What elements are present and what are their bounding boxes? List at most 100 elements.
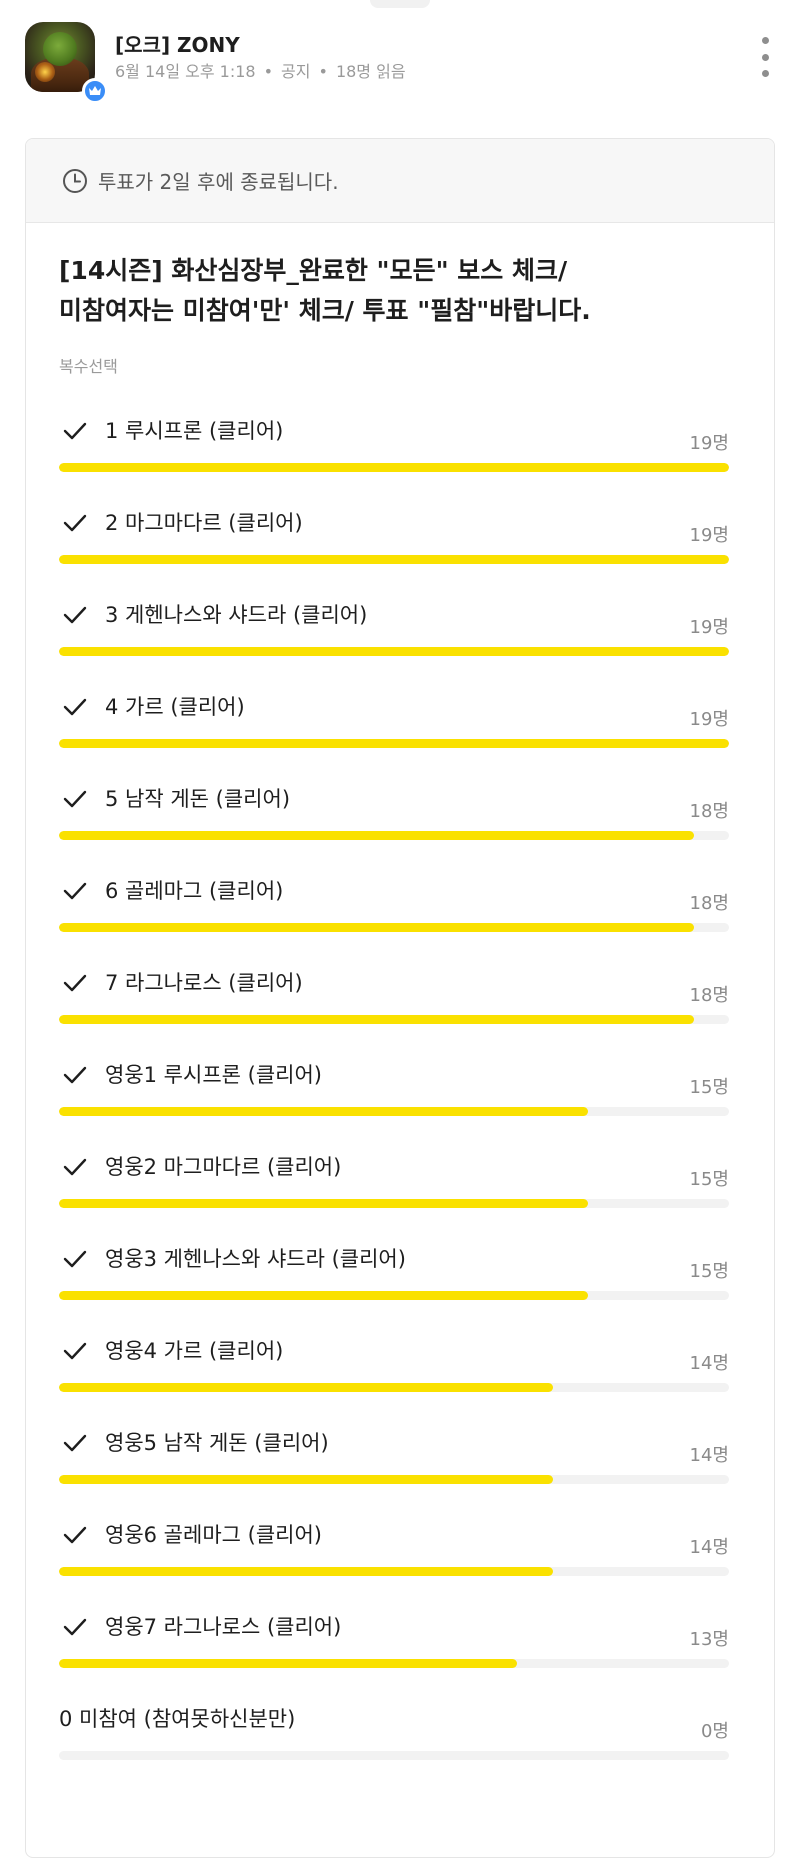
poll-option[interactable]: 3 게헨나스와 샤드라 (클리어) 19명: [59, 601, 729, 693]
poll-option[interactable]: 영웅1 루시프론 (클리어) 15명: [59, 1061, 729, 1153]
poll-option-count[interactable]: 19명: [690, 521, 729, 547]
poll-title: [14시즌] 화산심장부_완료한 "모든" 보스 체크/ 미참여자는 미참여'만…: [59, 251, 749, 331]
meta-separator: •: [318, 62, 328, 81]
check-icon: [61, 509, 89, 537]
poll-option-bar-fill: [59, 463, 729, 472]
poll-option-count[interactable]: 19명: [690, 429, 729, 455]
poll-mode: 복수선택: [59, 357, 118, 376]
poll-option-bar-fill: [59, 1015, 694, 1024]
check-icon: [61, 1429, 89, 1457]
poll-option-bar-fill: [59, 647, 729, 656]
poll-option-count[interactable]: 18명: [690, 889, 729, 915]
post-header: [오크] ZONY 6월 14일 오후 1:18 • 공지 • 18명 읽음: [25, 22, 775, 104]
poll-option-bar: [59, 923, 729, 932]
author-name[interactable]: [오크] ZONY: [115, 29, 240, 58]
poll-option-count[interactable]: 0명: [701, 1717, 729, 1743]
clock-icon: [62, 168, 88, 194]
poll-option-label: 6 골레마그 (클리어): [105, 879, 284, 903]
poll-option-label: 7 라그나로스 (클리어): [105, 971, 303, 995]
poll-option-bar: [59, 739, 729, 748]
check-icon: [61, 969, 89, 997]
poll-option[interactable]: 7 라그나로스 (클리어) 18명: [59, 969, 729, 1061]
poll-card: 투표가 2일 후에 종료됩니다. [14시즌] 화산심장부_완료한 "모든" 보…: [25, 138, 775, 1858]
poll-option-count[interactable]: 14명: [690, 1441, 729, 1467]
poll-option-label: 영웅2 마그마다르 (클리어): [105, 1155, 342, 1179]
poll-option[interactable]: 6 골레마그 (클리어) 18명: [59, 877, 729, 969]
poll-option-count[interactable]: 14명: [690, 1349, 729, 1375]
poll-option-count[interactable]: 18명: [690, 797, 729, 823]
sheet-handle[interactable]: [370, 0, 430, 8]
avatar-figure-head: [43, 32, 77, 66]
poll-option-bar: [59, 1199, 729, 1208]
poll-option-bar: [59, 1291, 729, 1300]
crown-icon: [82, 78, 108, 104]
poll-option[interactable]: 영웅6 골레마그 (클리어) 14명: [59, 1521, 729, 1613]
check-icon: [61, 601, 89, 629]
poll-option-count[interactable]: 15명: [690, 1165, 729, 1191]
check-icon: [61, 1153, 89, 1181]
poll-option-bar-fill: [59, 1659, 518, 1668]
avatar-glow: [35, 62, 55, 82]
poll-option[interactable]: 영웅2 마그마다르 (클리어) 15명: [59, 1153, 729, 1245]
check-icon: [61, 785, 89, 813]
poll-option-bar: [59, 1107, 729, 1116]
poll-option-label: 5 남작 게돈 (클리어): [105, 787, 291, 811]
check-icon: [61, 1613, 89, 1641]
poll-option[interactable]: 0 미참여 (참여못하신분만) 0명: [59, 1705, 729, 1797]
read-count[interactable]: 18명 읽음: [336, 62, 406, 81]
poll-option-bar: [59, 1015, 729, 1024]
poll-option-bar: [59, 831, 729, 840]
poll-option-bar: [59, 1659, 729, 1668]
poll-option-bar: [59, 463, 729, 472]
poll-option-bar: [59, 555, 729, 564]
poll-option-bar-fill: [59, 1475, 553, 1484]
poll-option-label: 영웅5 남작 게돈 (클리어): [105, 1431, 329, 1455]
poll-option[interactable]: 2 마그마다르 (클리어) 19명: [59, 509, 729, 601]
poll-option[interactable]: 4 가르 (클리어) 19명: [59, 693, 729, 785]
poll-option-label: 영웅1 루시프론 (클리어): [105, 1063, 322, 1087]
poll-option-count[interactable]: 14명: [690, 1533, 729, 1559]
post-meta: 6월 14일 오후 1:18 • 공지 • 18명 읽음: [115, 58, 406, 82]
poll-option-label: 영웅6 골레마그 (클리어): [105, 1523, 322, 1547]
poll-option[interactable]: 영웅3 게헨나스와 샤드라 (클리어) 15명: [59, 1245, 729, 1337]
check-icon: [61, 693, 89, 721]
poll-option-count[interactable]: 15명: [690, 1073, 729, 1099]
poll-title-line: [14시즌] 화산심장부_완료한 "모든" 보스 체크/: [59, 256, 568, 285]
poll-option-bar-fill: [59, 1107, 588, 1116]
poll-deadline-notice: 투표가 2일 후에 종료됩니다.: [26, 139, 774, 223]
check-icon: [61, 1337, 89, 1365]
poll-option-bar-fill: [59, 923, 694, 932]
poll-option[interactable]: 1 루시프론 (클리어) 19명: [59, 417, 729, 509]
poll-option-bar: [59, 1567, 729, 1576]
poll-option-bar-fill: [59, 1199, 588, 1208]
poll-option[interactable]: 영웅5 남작 게돈 (클리어) 14명: [59, 1429, 729, 1521]
post-category: 공지: [281, 62, 311, 81]
poll-option-count[interactable]: 18명: [690, 981, 729, 1007]
poll-option-count[interactable]: 15명: [690, 1257, 729, 1283]
more-vertical-icon[interactable]: [755, 37, 775, 77]
poll-option-label: 0 미참여 (참여못하신분만): [59, 1707, 296, 1731]
poll-title-line: 미참여자는 미참여'만' 체크/ 투표 "필참"바랍니다.: [59, 296, 591, 325]
check-icon: [61, 1521, 89, 1549]
notice-text: 투표가 2일 후에 종료됩니다.: [98, 170, 339, 194]
poll-option-count[interactable]: 13명: [690, 1625, 729, 1651]
poll-option[interactable]: 영웅4 가르 (클리어) 14명: [59, 1337, 729, 1429]
check-icon: [61, 877, 89, 905]
poll-option-bar-fill: [59, 1567, 553, 1576]
poll-option[interactable]: 영웅7 라그나로스 (클리어) 13명: [59, 1613, 729, 1705]
poll-option-bar-fill: [59, 831, 694, 840]
poll-option-count[interactable]: 19명: [690, 705, 729, 731]
poll-option-count[interactable]: 19명: [690, 613, 729, 639]
poll-option-bar: [59, 1751, 729, 1760]
poll-option-label: 2 마그마다르 (클리어): [105, 511, 303, 535]
poll-option[interactable]: 5 남작 게돈 (클리어) 18명: [59, 785, 729, 877]
poll-option-label: 4 가르 (클리어): [105, 695, 245, 719]
check-icon: [61, 1061, 89, 1089]
poll-option-bar-fill: [59, 739, 729, 748]
poll-option-label: 3 게헨나스와 샤드라 (클리어): [105, 603, 368, 627]
poll-option-bar: [59, 1383, 729, 1392]
poll-option-bar-fill: [59, 555, 729, 564]
check-icon: [61, 1245, 89, 1273]
poll-option-bar: [59, 647, 729, 656]
check-icon: [61, 417, 89, 445]
